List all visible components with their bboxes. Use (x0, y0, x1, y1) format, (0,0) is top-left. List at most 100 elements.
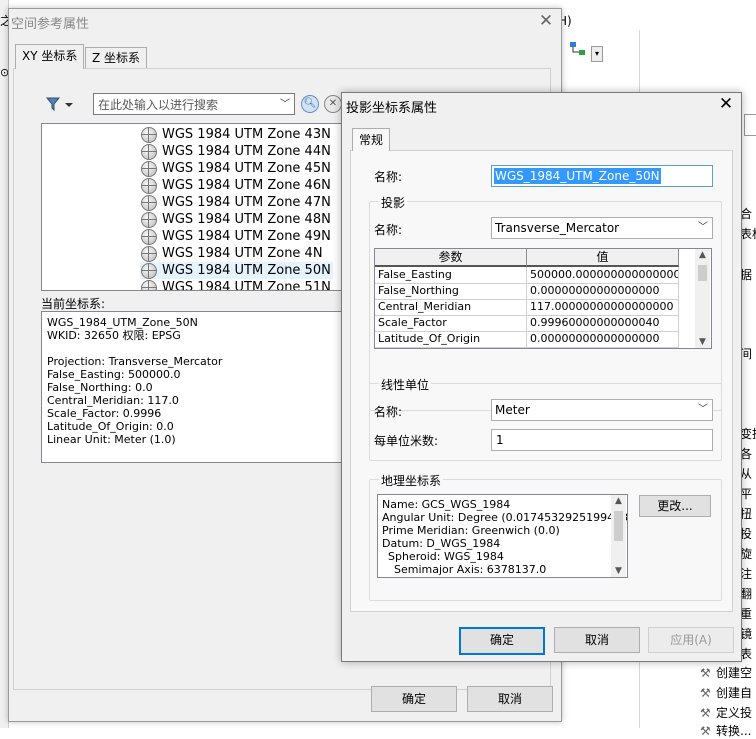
tree-item[interactable]: WGS 1984 UTM Zone 47N (140, 194, 333, 211)
bg-toolbar-tool-icon[interactable] (569, 40, 587, 58)
geographic-cs-group-title: 地理坐标系 (379, 472, 444, 489)
gcs-line: Datum: D_WGS_1984 (382, 537, 501, 550)
globe-icon (141, 212, 157, 228)
unit-select[interactable]: Meter ﹀ (491, 399, 713, 421)
ok-button[interactable]: 确定 (371, 686, 457, 712)
cancel-button[interactable]: 取消 (467, 686, 553, 712)
bg-tree-item-1[interactable]: ⚒ 创建空 (700, 664, 752, 681)
hammer-icon: ⚒ (700, 706, 711, 720)
name-label: 名称: (374, 170, 403, 184)
globe-icon (141, 161, 157, 177)
grid-cell[interactable]: 0.00000000000000000 (527, 331, 679, 348)
tree-item[interactable]: WGS 1984 UTM Zone 49N (140, 228, 333, 245)
grid-cell: False_Easting (375, 267, 527, 284)
detail-line: WGS_1984_UTM_Zone_50N (47, 316, 198, 329)
chevron-down-icon: ﹀ (698, 222, 708, 233)
grid-header-param: 参数 (375, 249, 527, 267)
search-input[interactable]: 在此处输入以进行搜索 ﹀ (93, 93, 295, 115)
tab-z-coordinate-system[interactable]: Z 坐标系 (85, 47, 148, 68)
cancel-button[interactable]: 取消 (554, 627, 640, 653)
projection-group-title: 投影 (379, 194, 408, 211)
change-button[interactable]: 更改... (639, 495, 711, 517)
meters-per-unit-label: 每单位米数: (374, 434, 439, 448)
scroll-down-icon[interactable]: ▼ (611, 566, 626, 576)
globe-icon (141, 127, 157, 143)
tab-general[interactable]: 常规 (352, 128, 391, 151)
hammer-icon: ⚒ (700, 666, 711, 680)
bg-search-edge[interactable] (744, 114, 756, 136)
scroll-down-icon[interactable]: ▼ (695, 337, 710, 347)
meters-per-unit-input[interactable]: 1 (491, 429, 713, 451)
scroll-up-icon[interactable]: ▲ (611, 496, 626, 506)
globe-icon (141, 246, 157, 262)
detail-line: WKID: 32650 权限: EPSG (47, 329, 181, 342)
dialog-title: 投影坐标系属性 (346, 101, 438, 116)
scroll-thumb[interactable] (698, 265, 707, 281)
globe-icon (141, 144, 157, 160)
detail-line: Central_Meridian: 117.0 (47, 394, 179, 407)
bg-toolbar-dropdown[interactable]: ▾ (591, 46, 603, 62)
chevron-down-icon[interactable]: ﹀ (280, 95, 290, 110)
tree-item[interactable]: WGS 1984 UTM Zone 44N (140, 143, 333, 160)
filter-button[interactable] (45, 95, 75, 113)
detail-line: Linear Unit: Meter (1.0) (47, 433, 176, 446)
globe-icon (141, 263, 157, 279)
grid-scrollbar[interactable]: ▲ ▼ (695, 249, 710, 348)
grid-cell[interactable]: 117.00000000000000000 (527, 299, 679, 316)
hammer-icon: ⚒ (700, 686, 711, 700)
chevron-down-icon: ﹀ (698, 404, 708, 415)
grid-cell[interactable]: 0.00000000000000000 (527, 283, 679, 300)
tree-item-selected[interactable]: WGS 1984 UTM Zone 50N (140, 262, 333, 279)
detail-line: Latitude_Of_Origin: 0.0 (47, 420, 174, 433)
globe-icon (141, 195, 157, 211)
grid-cell: False_Northing (375, 283, 527, 300)
bg-tree-item-3[interactable]: ⚒ 定义投 (700, 704, 752, 721)
general-tab-panel: 名称: WGS_1984_UTM_Zone_50N 投影 名称: Transve… (350, 150, 733, 612)
unit-name-label: 名称: (374, 405, 403, 419)
gcs-line: Spheroid: WGS_1984 (388, 550, 504, 563)
bg-right-item-5: 变投 (740, 427, 756, 441)
current-cs-details: WGS_1984_UTM_Zone_50N WKID: 32650 权限: EP… (41, 311, 343, 463)
projection-select[interactable]: Transverse_Mercator ﹀ (491, 217, 713, 239)
gcs-line: Prime Meridian: Greenwich (0.0) (382, 524, 560, 537)
gcs-line: Semimajor Axis: 6378137.0 (394, 563, 547, 576)
grid-cell: Latitude_Of_Origin (375, 331, 527, 348)
grid-cell[interactable]: 0.99960000000000040 (527, 315, 679, 332)
tree-item[interactable]: WGS 1984 UTM Zone 51N (140, 279, 333, 290)
tree-item[interactable]: WGS 1984 UTM Zone 45N (140, 160, 333, 177)
hammer-icon: ⚒ (700, 724, 711, 738)
grid-cell: Scale_Factor (375, 315, 527, 332)
grid-cell[interactable]: 500000.00000000000000000 (527, 267, 679, 284)
projected-cs-properties-dialog: 投影坐标系属性 ✕ 常规 名称: WGS_1984_UTM_Zone_50N 投… (341, 92, 742, 662)
tree-item[interactable]: WGS 1984 UTM Zone 46N (140, 177, 333, 194)
gcs-details-box: Name: GCS_WGS_1984 Angular Unit: Degree … (377, 494, 628, 578)
linear-unit-group-title: 线性单位 (379, 376, 432, 393)
detail-line: Scale_Factor: 0.9996 (47, 407, 162, 420)
parameters-grid[interactable]: 参数 值 False_Easting 500000.00000000000000… (374, 248, 712, 349)
bg-tree-item-4[interactable]: ⚒ 转换... (700, 722, 751, 739)
close-icon[interactable]: ✕ (716, 93, 736, 115)
scroll-up-icon[interactable]: ▲ (695, 250, 710, 260)
tree-item[interactable]: WGS 1984 UTM Zone 43N (140, 126, 333, 143)
current-cs-label: 当前坐标系: (41, 297, 106, 311)
ok-button[interactable]: 确定 (459, 627, 545, 655)
bg-right-item-2: 表格 (740, 227, 756, 241)
gcs-line: Name: GCS_WGS_1984 (382, 498, 511, 511)
apply-button[interactable]: 应用(A) (648, 627, 734, 653)
close-icon[interactable]: ✕ (537, 11, 555, 31)
tree-item[interactable]: WGS 1984 UTM Zone 4N (140, 245, 325, 262)
globe-icon (141, 280, 157, 290)
clear-search-icon[interactable]: ✕ (324, 95, 342, 113)
detail-line: Projection: Transverse_Mercator (47, 355, 223, 368)
search-icon[interactable]: 🔍︎ (301, 95, 319, 113)
tab-xy-coordinate-system[interactable]: XY 坐标系 (15, 44, 85, 69)
bg-tree-item-2[interactable]: ⚒ 创建自 (700, 684, 752, 701)
name-input[interactable]: WGS_1984_UTM_Zone_50N (491, 165, 713, 187)
projection-name-label: 名称: (374, 223, 403, 237)
gcs-scrollbar[interactable]: ▲ ▼ (611, 495, 626, 577)
coordinate-system-tree[interactable]: WGS 1984 UTM Zone 43N WGS 1984 UTM Zone … (41, 123, 343, 291)
gcs-line: Angular Unit: Degree (0.0174532925199433… (382, 511, 628, 524)
grid-cell: Central_Meridian (375, 299, 527, 316)
tree-item[interactable]: WGS 1984 UTM Zone 48N (140, 211, 333, 228)
scroll-thumb[interactable] (614, 511, 623, 541)
